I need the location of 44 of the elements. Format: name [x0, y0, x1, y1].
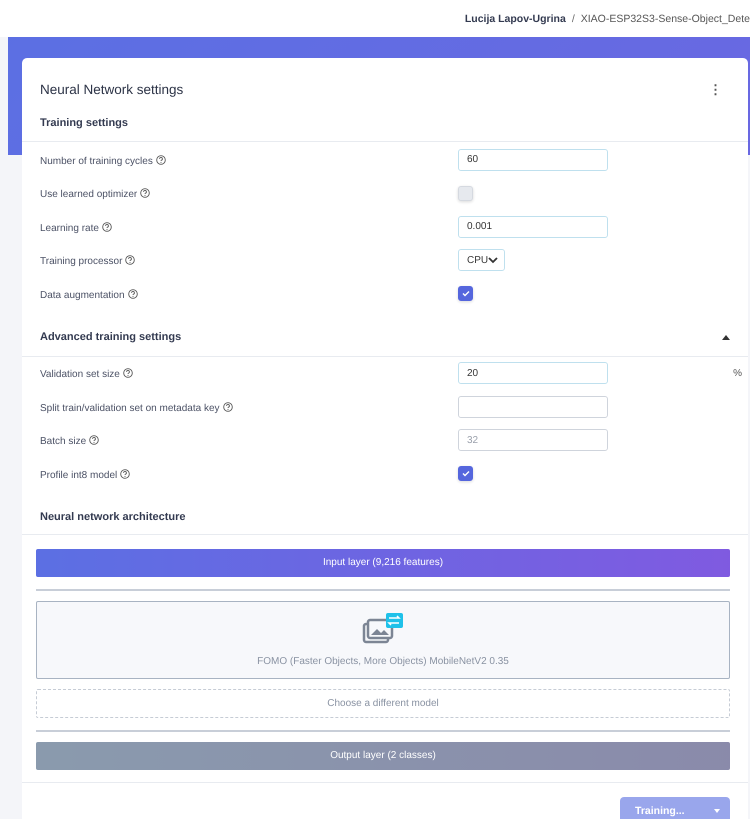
checkbox[interactable]: [458, 286, 473, 302]
project-name[interactable]: XIAO-ESP32S3-Sense-Object_Dete: [580, 12, 750, 24]
user-name[interactable]: Lucija Lapov-Ugrina: [464, 12, 566, 24]
breadcrumb-separator: /: [572, 12, 575, 24]
check-icon: [462, 290, 470, 298]
section-title: Advanced training settings: [40, 331, 182, 343]
caret-down-icon: [714, 808, 720, 812]
setting-label: Learning rate: [40, 222, 99, 234]
help-icon: [89, 435, 100, 446]
help-icon: [128, 288, 138, 299]
help-icon: [156, 154, 166, 165]
setting-label: Training processor: [40, 256, 122, 268]
output-layer-bar: Output layer (2 classes): [36, 742, 730, 770]
model-name: FOMO (Faster Objects, More Objects) MobileNetV2 0.35: [257, 656, 509, 667]
caret-up-icon[interactable]: [722, 334, 730, 340]
checkbox[interactable]: [458, 466, 473, 482]
section-title: Training settings: [40, 116, 128, 128]
input-field[interactable]: 0.001: [458, 216, 608, 238]
check-icon: [462, 470, 470, 478]
setting-label: Validation set size: [40, 369, 120, 380]
setting-label: Data augmentation: [40, 290, 125, 301]
input-field[interactable]: 60: [458, 148, 608, 171]
input-layer-bar: Input layer (9,216 features): [36, 548, 730, 576]
unit-label: %: [733, 368, 742, 379]
help-icon: [122, 368, 133, 378]
input-field[interactable]: 20: [458, 362, 608, 384]
input-field[interactable]: 32: [458, 429, 608, 452]
help-icon: [140, 188, 150, 198]
help-icon: [222, 402, 233, 412]
input-field[interactable]: [458, 396, 608, 418]
more-menu-button[interactable]: ⋮: [709, 82, 722, 96]
section-title: Neural network architecture: [40, 511, 186, 523]
chevron-down-icon: [488, 256, 498, 264]
setting-label: Batch size: [40, 436, 86, 448]
help-icon: [120, 468, 130, 479]
images-icon: [362, 612, 404, 644]
setting-label: Use learned optimizer: [40, 189, 138, 200]
setting-label: Profile int8 model: [40, 470, 118, 481]
help-icon: [102, 222, 112, 232]
setting-label: Number of training cycles: [40, 156, 153, 167]
setting-label: Split train/validation set on metadata key: [40, 402, 220, 414]
help-icon: [125, 255, 136, 266]
card-title: Neural Network settings: [40, 82, 184, 96]
processor-select[interactable]: CPU: [458, 249, 506, 272]
